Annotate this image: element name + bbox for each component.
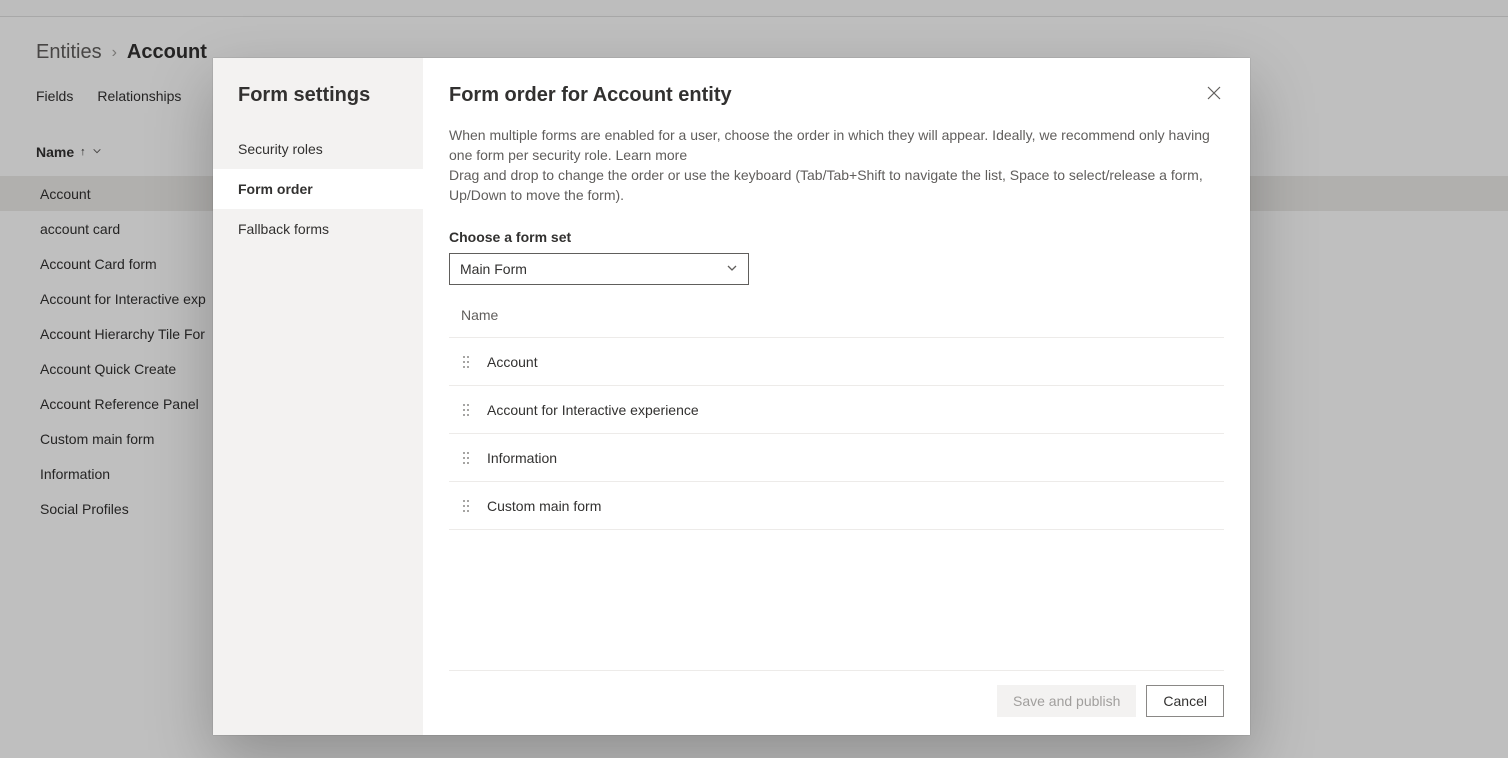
- form-set-selected-value: Main Form: [460, 261, 527, 277]
- order-item-label: Information: [487, 450, 557, 466]
- drag-handle-icon[interactable]: [461, 354, 471, 370]
- learn-more-link[interactable]: Learn more: [616, 147, 688, 163]
- cancel-button[interactable]: Cancel: [1146, 685, 1224, 717]
- dialog-footer: Save and publish Cancel: [449, 670, 1224, 735]
- dialog-title: Form order for Account entity: [449, 84, 1224, 107]
- order-item-label: Account for Interactive experience: [487, 402, 699, 418]
- dialog-desc-line2: Drag and drop to change the order or use…: [449, 167, 1203, 203]
- choose-form-set-label: Choose a form set: [449, 229, 1224, 245]
- sidebar-item-form-order[interactable]: Form order: [213, 169, 423, 209]
- close-icon: [1206, 85, 1222, 104]
- dialog-desc-line1: When multiple forms are enabled for a us…: [449, 127, 1210, 163]
- dialog-sidebar: Form settings Security roles Form order …: [213, 58, 423, 735]
- drag-handle-icon[interactable]: [461, 450, 471, 466]
- order-list-header: Name: [449, 307, 1224, 338]
- form-set-select[interactable]: Main Form: [449, 253, 749, 285]
- close-button[interactable]: [1200, 80, 1228, 108]
- order-list-row[interactable]: Information: [449, 434, 1224, 482]
- sidebar-item-fallback-forms[interactable]: Fallback forms: [213, 209, 423, 249]
- chevron-down-icon: [726, 261, 738, 277]
- drag-handle-icon[interactable]: [461, 402, 471, 418]
- form-settings-dialog: Form settings Security roles Form order …: [213, 58, 1250, 735]
- dialog-description: When multiple forms are enabled for a us…: [449, 125, 1214, 205]
- order-list-row[interactable]: Account for Interactive experience: [449, 386, 1224, 434]
- order-item-label: Custom main form: [487, 498, 601, 514]
- sidebar-item-security-roles[interactable]: Security roles: [213, 129, 423, 169]
- dialog-sidebar-title: Form settings: [213, 84, 423, 129]
- order-list-row[interactable]: Account: [449, 338, 1224, 386]
- save-and-publish-button[interactable]: Save and publish: [997, 685, 1136, 717]
- order-item-label: Account: [487, 354, 538, 370]
- drag-handle-icon[interactable]: [461, 498, 471, 514]
- order-list-row[interactable]: Custom main form: [449, 482, 1224, 530]
